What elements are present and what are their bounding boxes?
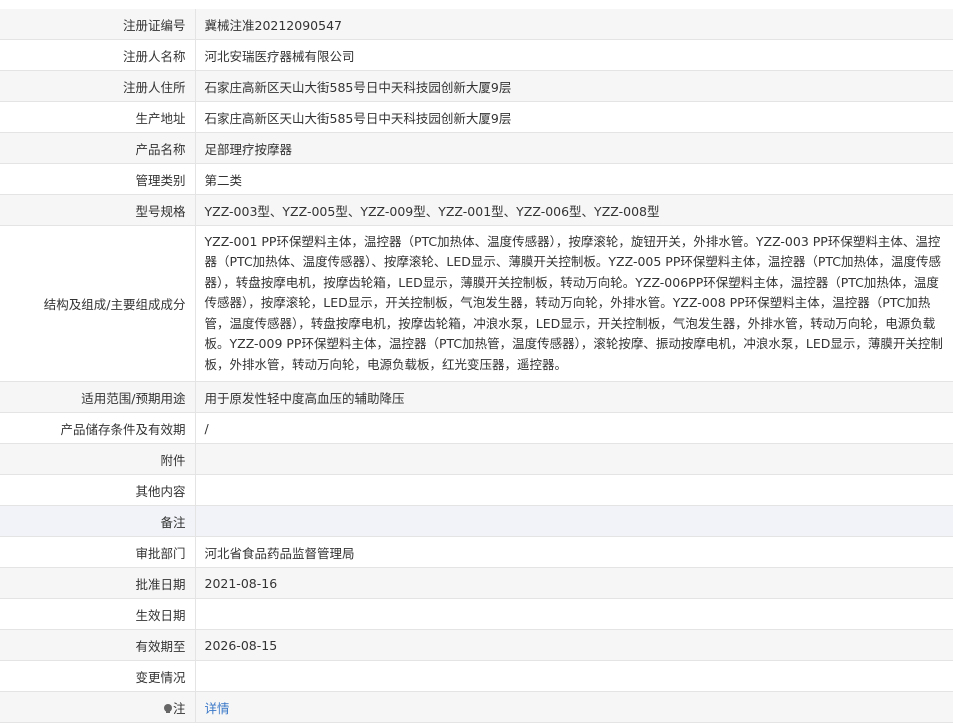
field-value [195, 443, 953, 475]
field-label: 附件 [0, 443, 196, 475]
detail-row: 型号规格 YZZ-003型、YZZ-005型、YZZ-009型、YZZ-001型… [0, 194, 953, 226]
field-value: 石家庄高新区天山大街585号日中天科技园创新大厦9层 [195, 101, 953, 133]
note-value: 详情 [195, 691, 953, 723]
field-value: 足部理疗按摩器 [195, 132, 953, 164]
field-value: 第二类 [195, 163, 953, 195]
field-value [195, 598, 953, 630]
detail-row: 有效期至 2026-08-15 [0, 629, 953, 661]
detail-row: 生效日期 [0, 598, 953, 630]
field-label: 注册人住所 [0, 70, 196, 102]
details-link[interactable]: 详情 [205, 701, 230, 716]
field-value [195, 505, 953, 537]
field-label: 注册人名称 [0, 39, 196, 71]
field-label: 产品名称 [0, 132, 196, 164]
field-label: 有效期至 [0, 629, 196, 661]
detail-row: 生产地址 石家庄高新区天山大街585号日中天科技园创新大厦9层 [0, 101, 953, 133]
field-label: 管理类别 [0, 163, 196, 195]
field-label: 其他内容 [0, 474, 196, 506]
field-value: 2026-08-15 [195, 629, 953, 661]
detail-row: 管理类别 第二类 [0, 163, 953, 195]
field-label: 产品储存条件及有效期 [0, 412, 196, 444]
detail-row: 附件 [0, 443, 953, 475]
field-label: 生产地址 [0, 101, 196, 133]
detail-row: 注册人住所 石家庄高新区天山大街585号日中天科技园创新大厦9层 [0, 70, 953, 102]
detail-row: 产品储存条件及有效期 / [0, 412, 953, 444]
field-value: YZZ-003型、YZZ-005型、YZZ-009型、YZZ-001型、YZZ-… [195, 194, 953, 226]
detail-row: 注册证编号 冀械注准20212090547 [0, 9, 953, 40]
note-label-text: 注 [172, 700, 186, 716]
field-value [195, 660, 953, 692]
field-label: 生效日期 [0, 598, 196, 630]
detail-row: 备注 [0, 505, 953, 537]
field-label: 型号规格 [0, 194, 196, 226]
detail-row: 注册人名称 河北安瑞医疗器械有限公司 [0, 39, 953, 71]
detail-row: 产品名称 足部理疗按摩器 [0, 132, 953, 164]
detail-row: 变更情况 [0, 660, 953, 692]
field-value: 石家庄高新区天山大街585号日中天科技园创新大厦9层 [195, 70, 953, 102]
field-value: 冀械注准20212090547 [195, 9, 953, 40]
field-value: 河北安瑞医疗器械有限公司 [195, 39, 953, 71]
lightbulb-icon [163, 704, 172, 713]
field-label: 批准日期 [0, 567, 196, 599]
field-value [195, 474, 953, 506]
detail-row: 其他内容 [0, 474, 953, 506]
field-value: 河北省食品药品监督管理局 [195, 536, 953, 568]
field-label: 适用范围/预期用途 [0, 381, 196, 413]
detail-row: 审批部门 河北省食品药品监督管理局 [0, 536, 953, 568]
note-label: 注 [0, 691, 196, 723]
field-value: / [195, 412, 953, 444]
detail-row: 适用范围/预期用途 用于原发性轻中度高血压的辅助降压 [0, 381, 953, 413]
field-label: 结构及组成/主要组成成分 [0, 225, 196, 382]
field-value: YZZ-001 PP环保塑料主体，温控器（PTC加热体、温度传感器），按摩滚轮，… [195, 225, 953, 382]
field-label: 注册证编号 [0, 9, 196, 40]
field-label: 备注 [0, 505, 196, 537]
field-label: 变更情况 [0, 660, 196, 692]
note-row: 注 详情 [0, 691, 953, 723]
detail-row: 批准日期 2021-08-16 [0, 567, 953, 599]
field-value: 用于原发性轻中度高血压的辅助降压 [195, 381, 953, 413]
field-label: 审批部门 [0, 536, 196, 568]
registration-detail-table: 注册证编号 冀械注准20212090547 注册人名称 河北安瑞医疗器械有限公司… [0, 9, 953, 723]
field-value: 2021-08-16 [195, 567, 953, 599]
detail-row: 结构及组成/主要组成成分 YZZ-001 PP环保塑料主体，温控器（PTC加热体… [0, 225, 953, 382]
